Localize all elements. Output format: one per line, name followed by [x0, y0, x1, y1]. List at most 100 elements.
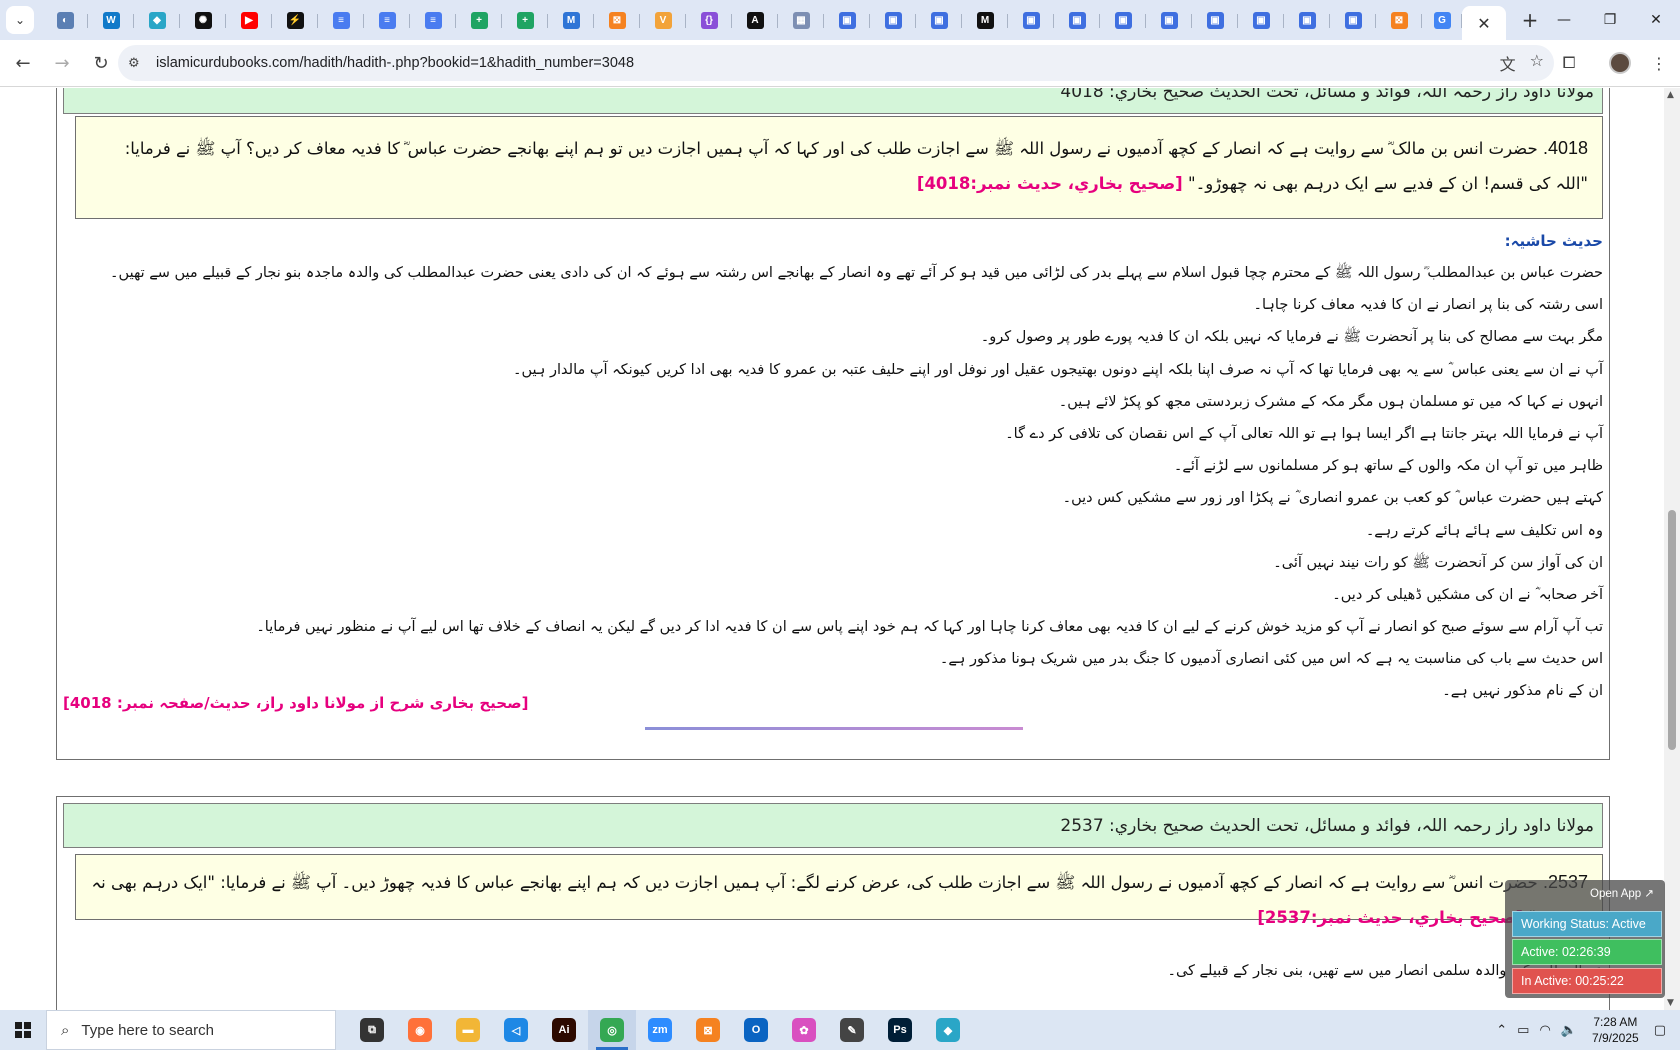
hadith-reference-link[interactable]: [صحیح بخاري، حديث نمبر:2537] [1257, 908, 1523, 927]
browser-tab[interactable]: ⊠ [1376, 4, 1422, 36]
system-tray: ⌃ ▭ ◠ 🔈 7:28 AM 7/9/2025 ▢ [1491, 1010, 1680, 1050]
ai-icon: A [746, 11, 764, 29]
app-diamond-icon: ◆ [936, 1018, 960, 1042]
profile-button[interactable] [1603, 46, 1637, 80]
browser-tab[interactable]: ▣ [1100, 4, 1146, 36]
browser-tab[interactable]: ▣ [1192, 4, 1238, 36]
notifications-icon[interactable]: ▢ [1654, 1023, 1666, 1038]
browser-tab[interactable]: ▣ [1008, 4, 1054, 36]
site-info-icon[interactable]: ⚙ [128, 56, 150, 71]
browser-tab[interactable]: ▣ [1284, 4, 1330, 36]
xampp-taskbar-button[interactable]: ⊠ [684, 1010, 732, 1050]
forward-button[interactable]: → [45, 46, 79, 80]
clock-date: 7/9/2025 [1591, 1031, 1639, 1045]
browser-tab[interactable]: ▣ [870, 4, 916, 36]
clock[interactable]: 7:28 AM 7/9/2025 [1592, 1014, 1639, 1046]
browser-tab[interactable]: ◆ [134, 4, 180, 36]
url-text[interactable]: islamicurdubooks.com/hadith/hadith-.php?… [156, 55, 634, 71]
start-button[interactable] [0, 1010, 46, 1050]
restore-button[interactable]: ❐ [1587, 0, 1633, 40]
browser-tab[interactable]: ◐ [42, 4, 88, 36]
zoom-taskbar-button[interactable]: zm [636, 1010, 684, 1050]
xampp-icon: ⊠ [1390, 11, 1408, 29]
scroll-up-icon[interactable]: ▲ [1667, 90, 1674, 100]
clock-time: 7:28 AM [1593, 1015, 1638, 1029]
browser-tab[interactable]: {} [686, 4, 732, 36]
browser-tab[interactable]: V [640, 4, 686, 36]
browser-tab[interactable]: ▣ [1146, 4, 1192, 36]
browser-tab[interactable]: W [88, 4, 134, 36]
browser-tab[interactable]: ✺ [180, 4, 226, 36]
note-line: ظاہر میں تو آپ ان مکہ والوں کے ساتھ ہو ک… [1173, 458, 1603, 475]
extensions-icon[interactable]: ⧠ [1552, 46, 1586, 80]
browser-tab[interactable]: M [548, 4, 594, 36]
browser-tab[interactable]: M [962, 4, 1008, 36]
card-header: مولانا داود راز رحمہ اللہ، فوائد و مسائل… [63, 803, 1603, 848]
browser-tab[interactable]: G [1422, 4, 1462, 36]
xampp-icon: ⊠ [696, 1018, 720, 1042]
browser-tab[interactable]: ▶ [226, 4, 272, 36]
browser-tab[interactable]: ≡ [410, 4, 456, 36]
forms-icon: ▣ [1252, 11, 1270, 29]
taskview-taskbar-button[interactable]: ⧉ [348, 1010, 396, 1050]
reload-button[interactable]: ↻ [84, 46, 118, 80]
illustrator-taskbar-button[interactable]: Ai [540, 1010, 588, 1050]
vscode-taskbar-button[interactable]: ◁ [492, 1010, 540, 1050]
browser-tab[interactable]: ▣ [824, 4, 870, 36]
outlook-taskbar-button[interactable]: O [732, 1010, 780, 1050]
scroll-down-icon[interactable]: ▼ [1667, 998, 1674, 1008]
browser-tab[interactable]: ▣ [1054, 4, 1100, 36]
browser-tab[interactable]: ⚡ [272, 4, 318, 36]
browser-tab[interactable]: ≡ [318, 4, 364, 36]
chevron-icon: V [654, 11, 672, 29]
pen-tool-taskbar-button[interactable]: ✎ [828, 1010, 876, 1050]
chevron-up-icon[interactable]: ⌃ [1496, 1023, 1507, 1038]
open-app-link[interactable]: Open App ↗ [1590, 886, 1654, 900]
browser-tab[interactable]: ▣ [916, 4, 962, 36]
minimize-button[interactable]: — [1541, 0, 1587, 40]
zoom-icon: zm [648, 1018, 672, 1042]
address-bar[interactable]: ⚙ islamicurdubooks.com/hadith/hadith-.ph… [118, 45, 1554, 81]
browser-menu-icon[interactable]: ⋮ [1642, 46, 1676, 80]
sharh-reference-link[interactable]: [صحیح بخاری شرح از مولانا داود راز، حدیث… [63, 694, 528, 712]
tab-strip: ⌄ ◐ W ◆ ✺ ▶ ⚡ ≡ ≡ ≡ + + M ⊠ V {} A ▦ ▣ ▣ ▣ M ▣ ▣ ▣ ▣ ▣ ▣ ▣ ▣ ⊠ G ✕ + [0, 0, 1680, 40]
chrome-icon: ◎ [600, 1018, 624, 1042]
browser-tab[interactable]: A [732, 4, 778, 36]
photoshop-taskbar-button[interactable]: Ps [876, 1010, 924, 1050]
wifi-icon[interactable]: ◠ [1539, 1023, 1550, 1038]
working-status: Working Status: Active [1512, 911, 1662, 937]
browser-tab[interactable]: ▣ [1238, 4, 1284, 36]
close-window-button[interactable]: ✕ [1633, 0, 1679, 40]
browser-tab[interactable]: ⊠ [594, 4, 640, 36]
app-diamond-taskbar-button[interactable]: ◆ [924, 1010, 972, 1050]
hadith-number: 4018. [1542, 138, 1588, 158]
hadith-reference-link[interactable]: [صحیح بخاري، حديث نمبر:4018] [917, 174, 1183, 193]
search-placeholder[interactable]: Type here to search [81, 1022, 214, 1039]
back-button[interactable]: ← [6, 46, 40, 80]
firefox-taskbar-button[interactable]: ◉ [396, 1010, 444, 1050]
translate-icon[interactable]: 文 [1500, 51, 1516, 75]
active-tab[interactable]: ✕ [1462, 6, 1506, 40]
chrome-taskbar-button[interactable]: ◎ [588, 1010, 636, 1050]
taskbar-search[interactable]: ⌕ Type here to search [46, 1010, 336, 1050]
network-icon[interactable]: ▭ [1517, 1023, 1529, 1038]
note-line: وہ اس تکلیف سے ہائے ہائے کرتے رہے۔ [1365, 522, 1603, 539]
browser-tab[interactable]: ▦ [778, 4, 824, 36]
scroll-thumb[interactable] [1668, 510, 1676, 750]
close-tab-icon[interactable]: ✕ [1477, 14, 1490, 33]
browser-tab[interactable]: ▣ [1330, 4, 1376, 36]
volume-icon[interactable]: 🔈 [1561, 1023, 1577, 1038]
photos-taskbar-button[interactable]: ✿ [780, 1010, 828, 1050]
note-line: ان کی آواز سن کر آنحضرت ﷺ کو رات نیند نہ… [1273, 554, 1603, 571]
file-explorer-taskbar-button[interactable]: ▬ [444, 1010, 492, 1050]
page-scrollbar[interactable]: ▲ ▼ [1664, 88, 1680, 1010]
tab-search-button[interactable]: ⌄ [6, 6, 34, 34]
note-line: انہوں نے کہا کہ میں تو مسلمان ہوں مگر مک… [1058, 393, 1603, 410]
docs-icon: ≡ [424, 11, 442, 29]
bookmark-star-icon[interactable]: ☆ [1530, 51, 1544, 75]
analytics-icon: M [562, 11, 580, 29]
avatar[interactable] [1609, 52, 1631, 74]
browser-tab[interactable]: + [456, 4, 502, 36]
browser-tab[interactable]: + [502, 4, 548, 36]
browser-tab[interactable]: ≡ [364, 4, 410, 36]
